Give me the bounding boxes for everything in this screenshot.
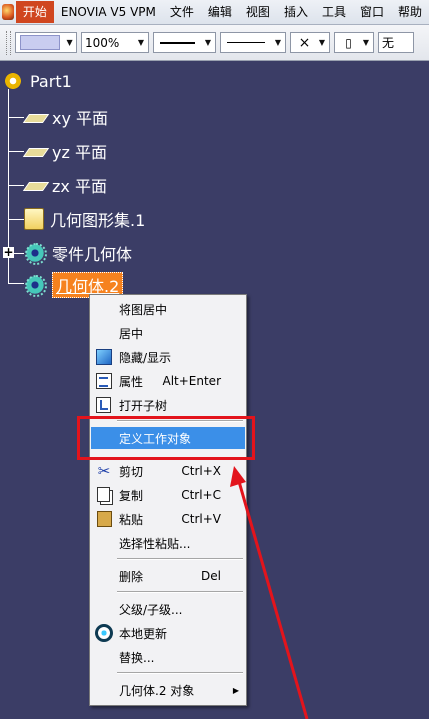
annotation-arrow-icon — [230, 466, 309, 719]
